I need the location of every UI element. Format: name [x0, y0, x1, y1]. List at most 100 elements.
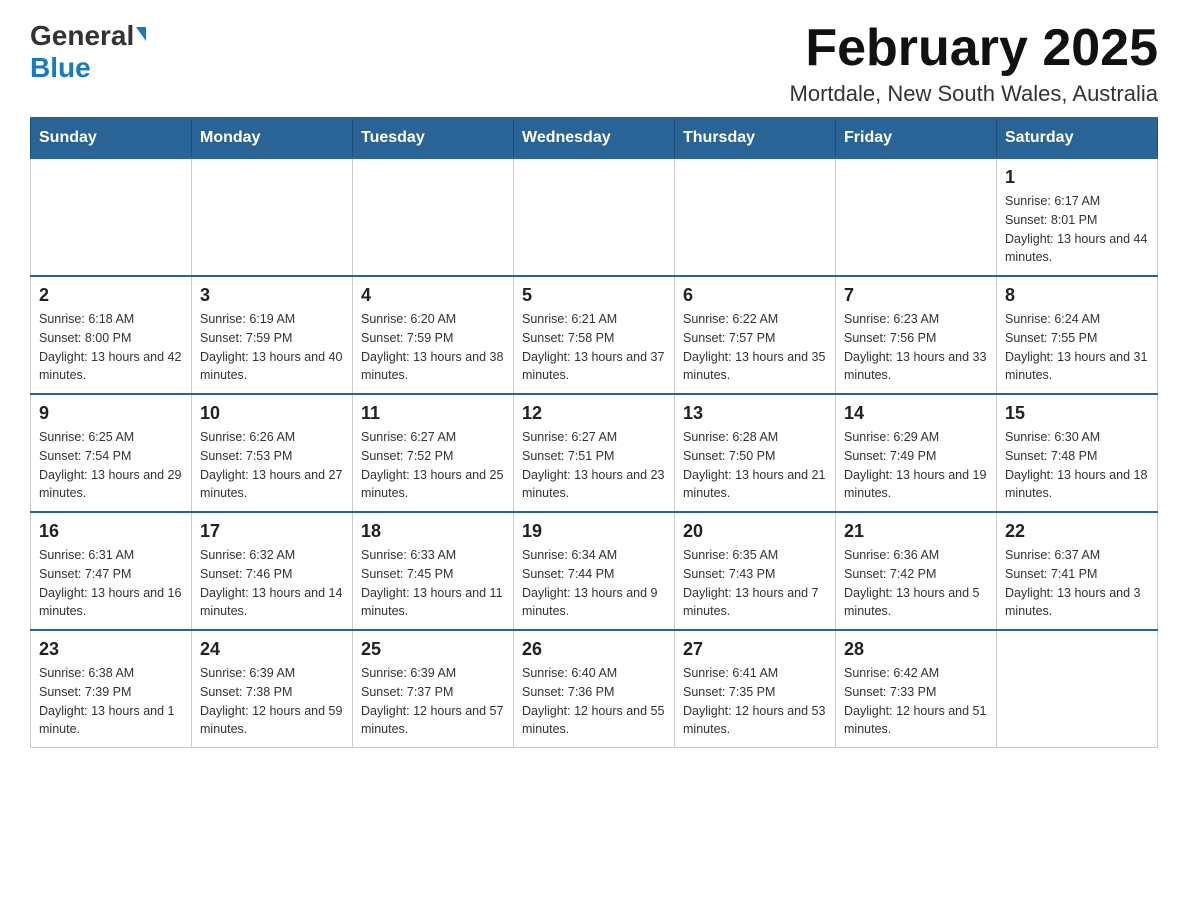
calendar-cell: 9 Sunrise: 6:25 AM Sunset: 7:54 PM Daylig…: [31, 394, 192, 512]
calendar-cell: 24 Sunrise: 6:39 AM Sunset: 7:38 PM Dayli…: [192, 630, 353, 748]
header-wednesday: Wednesday: [514, 118, 675, 158]
calendar-cell: 23 Sunrise: 6:38 AM Sunset: 7:39 PM Dayli…: [31, 630, 192, 748]
day-number: 19: [522, 521, 666, 542]
day-number: 5: [522, 285, 666, 306]
header-monday: Monday: [192, 118, 353, 158]
calendar-cell: 14 Sunrise: 6:29 AM Sunset: 7:49 PM Dayli…: [836, 394, 997, 512]
calendar-title-area: February 2025 Mortdale, New South Wales,…: [790, 20, 1158, 107]
calendar-cell: 13 Sunrise: 6:28 AM Sunset: 7:50 PM Dayli…: [675, 394, 836, 512]
day-info: Sunrise: 6:36 AM Sunset: 7:42 PM Dayligh…: [844, 546, 988, 621]
calendar-cell: 21 Sunrise: 6:36 AM Sunset: 7:42 PM Dayli…: [836, 512, 997, 630]
logo-general-text: General: [30, 20, 146, 52]
day-info: Sunrise: 6:17 AM Sunset: 8:01 PM Dayligh…: [1005, 192, 1149, 267]
day-number: 8: [1005, 285, 1149, 306]
day-number: 20: [683, 521, 827, 542]
calendar-cell: 28 Sunrise: 6:42 AM Sunset: 7:33 PM Dayli…: [836, 630, 997, 748]
calendar-cell: 12Sunrise: 6:27 AM Sunset: 7:51 PM Dayli…: [514, 394, 675, 512]
day-number: 28: [844, 639, 988, 660]
day-number: 12: [522, 403, 666, 424]
calendar-cell: 25 Sunrise: 6:39 AM Sunset: 7:37 PM Dayli…: [353, 630, 514, 748]
day-info: Sunrise: 6:22 AM Sunset: 7:57 PM Dayligh…: [683, 310, 827, 385]
calendar-cell: 4Sunrise: 6:20 AM Sunset: 7:59 PM Daylig…: [353, 276, 514, 394]
calendar-cell: 22 Sunrise: 6:37 AM Sunset: 7:41 PM Dayli…: [997, 512, 1158, 630]
day-info: Sunrise: 6:28 AM Sunset: 7:50 PM Dayligh…: [683, 428, 827, 503]
calendar-cell: [31, 158, 192, 276]
day-number: 17: [200, 521, 344, 542]
day-number: 9: [39, 403, 183, 424]
calendar-cell: 19 Sunrise: 6:34 AM Sunset: 7:44 PM Dayli…: [514, 512, 675, 630]
day-info: Sunrise: 6:27 AM Sunset: 7:52 PM Dayligh…: [361, 428, 505, 503]
day-number: 11: [361, 403, 505, 424]
calendar-cell: 1 Sunrise: 6:17 AM Sunset: 8:01 PM Daylig…: [997, 158, 1158, 276]
calendar-cell: 16 Sunrise: 6:31 AM Sunset: 7:47 PM Dayli…: [31, 512, 192, 630]
calendar-cell: 27 Sunrise: 6:41 AM Sunset: 7:35 PM Dayli…: [675, 630, 836, 748]
day-info: Sunrise: 6:21 AM Sunset: 7:58 PM Dayligh…: [522, 310, 666, 385]
header-tuesday: Tuesday: [353, 118, 514, 158]
calendar-cell: 10 Sunrise: 6:26 AM Sunset: 7:53 PM Dayli…: [192, 394, 353, 512]
day-info: Sunrise: 6:37 AM Sunset: 7:41 PM Dayligh…: [1005, 546, 1149, 621]
day-number: 4: [361, 285, 505, 306]
day-number: 25: [361, 639, 505, 660]
calendar-cell: [353, 158, 514, 276]
calendar-week-4: 16 Sunrise: 6:31 AM Sunset: 7:47 PM Dayli…: [31, 512, 1158, 630]
logo-blue-label: Blue: [30, 52, 91, 84]
day-info: Sunrise: 6:19 AM Sunset: 7:59 PM Dayligh…: [200, 310, 344, 385]
logo-triangle-icon: [136, 27, 146, 41]
weekday-header-row: Sunday Monday Tuesday Wednesday Thursday…: [31, 118, 1158, 158]
calendar-cell: 17 Sunrise: 6:32 AM Sunset: 7:46 PM Dayli…: [192, 512, 353, 630]
calendar-cell: 6 Sunrise: 6:22 AM Sunset: 7:57 PM Daylig…: [675, 276, 836, 394]
calendar-cell: 11 Sunrise: 6:27 AM Sunset: 7:52 PM Dayli…: [353, 394, 514, 512]
calendar-cell: 8 Sunrise: 6:24 AM Sunset: 7:55 PM Daylig…: [997, 276, 1158, 394]
calendar-week-1: 1 Sunrise: 6:17 AM Sunset: 8:01 PM Daylig…: [31, 158, 1158, 276]
day-info: Sunrise: 6:39 AM Sunset: 7:37 PM Dayligh…: [361, 664, 505, 739]
day-number: 14: [844, 403, 988, 424]
calendar-cell: 5 Sunrise: 6:21 AM Sunset: 7:58 PM Daylig…: [514, 276, 675, 394]
calendar-cell: 15Sunrise: 6:30 AM Sunset: 7:48 PM Dayli…: [997, 394, 1158, 512]
header-sunday: Sunday: [31, 118, 192, 158]
logo: General Blue: [30, 20, 146, 84]
calendar-cell: [997, 630, 1158, 748]
day-info: Sunrise: 6:30 AM Sunset: 7:48 PM Dayligh…: [1005, 428, 1149, 503]
day-info: Sunrise: 6:38 AM Sunset: 7:39 PM Dayligh…: [39, 664, 183, 739]
calendar-cell: [675, 158, 836, 276]
page-header: General Blue February 2025 Mortdale, New…: [30, 20, 1158, 107]
day-number: 27: [683, 639, 827, 660]
day-number: 13: [683, 403, 827, 424]
day-number: 1: [1005, 167, 1149, 188]
header-saturday: Saturday: [997, 118, 1158, 158]
day-info: Sunrise: 6:42 AM Sunset: 7:33 PM Dayligh…: [844, 664, 988, 739]
day-number: 22: [1005, 521, 1149, 542]
day-info: Sunrise: 6:23 AM Sunset: 7:56 PM Dayligh…: [844, 310, 988, 385]
day-number: 7: [844, 285, 988, 306]
day-info: Sunrise: 6:34 AM Sunset: 7:44 PM Dayligh…: [522, 546, 666, 621]
day-info: Sunrise: 6:24 AM Sunset: 7:55 PM Dayligh…: [1005, 310, 1149, 385]
day-info: Sunrise: 6:26 AM Sunset: 7:53 PM Dayligh…: [200, 428, 344, 503]
calendar-cell: 18Sunrise: 6:33 AM Sunset: 7:45 PM Dayli…: [353, 512, 514, 630]
calendar-title: February 2025: [790, 20, 1158, 77]
day-info: Sunrise: 6:39 AM Sunset: 7:38 PM Dayligh…: [200, 664, 344, 739]
day-info: Sunrise: 6:31 AM Sunset: 7:47 PM Dayligh…: [39, 546, 183, 621]
day-number: 10: [200, 403, 344, 424]
day-info: Sunrise: 6:41 AM Sunset: 7:35 PM Dayligh…: [683, 664, 827, 739]
day-number: 16: [39, 521, 183, 542]
day-number: 24: [200, 639, 344, 660]
calendar-cell: 20 Sunrise: 6:35 AM Sunset: 7:43 PM Dayli…: [675, 512, 836, 630]
day-info: Sunrise: 6:18 AM Sunset: 8:00 PM Dayligh…: [39, 310, 183, 385]
calendar-week-5: 23 Sunrise: 6:38 AM Sunset: 7:39 PM Dayli…: [31, 630, 1158, 748]
day-info: Sunrise: 6:25 AM Sunset: 7:54 PM Dayligh…: [39, 428, 183, 503]
day-number: 2: [39, 285, 183, 306]
calendar-week-3: 9 Sunrise: 6:25 AM Sunset: 7:54 PM Daylig…: [31, 394, 1158, 512]
day-number: 26: [522, 639, 666, 660]
day-number: 21: [844, 521, 988, 542]
day-info: Sunrise: 6:35 AM Sunset: 7:43 PM Dayligh…: [683, 546, 827, 621]
calendar-cell: 26 Sunrise: 6:40 AM Sunset: 7:36 PM Dayli…: [514, 630, 675, 748]
day-number: 6: [683, 285, 827, 306]
calendar-week-2: 2 Sunrise: 6:18 AM Sunset: 8:00 PM Daylig…: [31, 276, 1158, 394]
day-info: Sunrise: 6:29 AM Sunset: 7:49 PM Dayligh…: [844, 428, 988, 503]
day-info: Sunrise: 6:32 AM Sunset: 7:46 PM Dayligh…: [200, 546, 344, 621]
header-thursday: Thursday: [675, 118, 836, 158]
calendar-cell: [514, 158, 675, 276]
day-number: 23: [39, 639, 183, 660]
day-info: Sunrise: 6:40 AM Sunset: 7:36 PM Dayligh…: [522, 664, 666, 739]
day-number: 3: [200, 285, 344, 306]
